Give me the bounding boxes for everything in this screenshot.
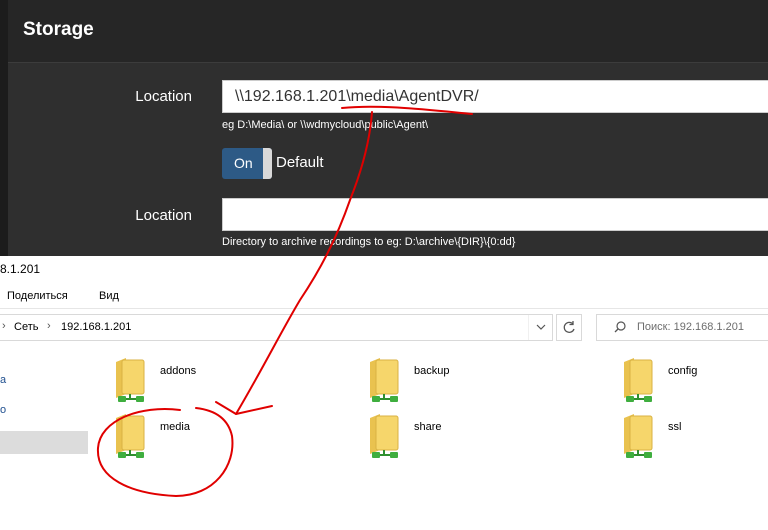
menu-view[interactable]: Вид	[99, 290, 119, 302]
chevron-right-icon: ›	[2, 320, 6, 332]
search-icon	[614, 321, 626, 333]
menu-share[interactable]: Поделиться	[7, 290, 68, 302]
address-bar[interactable]: › Сеть › 192.168.1.201	[0, 314, 553, 341]
chevron-right-icon: ›	[47, 320, 51, 332]
share-label: media	[160, 421, 190, 433]
storage-dialog: Storage Location eg D:\Media\ or \\wdmyc…	[8, 0, 768, 256]
network-share-folder-icon	[116, 414, 145, 458]
default-label: Default	[276, 154, 324, 171]
dialog-header: Storage	[8, 0, 768, 63]
window-title: 8.1.201	[0, 262, 41, 276]
network-share-folder-icon	[624, 414, 653, 458]
share-label: addons	[160, 365, 197, 377]
archive-location-input[interactable]	[222, 198, 768, 231]
location-input[interactable]	[222, 80, 768, 113]
share-label: ssl	[668, 421, 682, 433]
search-input[interactable]: Поиск: 192.168.1.201	[596, 314, 768, 341]
toggle-knob	[263, 148, 272, 179]
network-share-folder-icon	[624, 358, 653, 402]
address-history-dropdown[interactable]	[528, 315, 553, 340]
chevron-down-icon	[536, 324, 546, 330]
refresh-icon	[563, 321, 575, 333]
ribbon-divider	[0, 308, 768, 309]
share-label: backup	[414, 365, 450, 377]
refresh-button[interactable]	[556, 314, 582, 341]
navigation-pane: а о	[0, 348, 92, 530]
location-label: Location	[135, 88, 192, 105]
nav-item-selected[interactable]	[0, 431, 88, 454]
archive-location-label: Location	[135, 207, 192, 224]
breadcrumb-host[interactable]: 192.168.1.201	[61, 321, 131, 333]
dialog-title: Storage	[23, 19, 94, 40]
nav-item-fragment[interactable]: а	[0, 374, 6, 386]
network-share-folder-icon	[370, 414, 399, 458]
network-share-folder-icon	[370, 358, 399, 402]
toggle-state-label: On	[234, 155, 253, 171]
nav-item-fragment[interactable]: о	[0, 404, 6, 416]
search-placeholder: Поиск: 192.168.1.201	[637, 321, 744, 333]
storage-dialog-backdrop: Storage Location eg D:\Media\ or \\wdmyc…	[0, 0, 768, 256]
share-label: config	[668, 365, 698, 377]
file-explorer-window: 8.1.201 Поделиться Вид › Сеть › 192.168.…	[0, 256, 768, 530]
location-hint: eg D:\Media\ or \\wdmycloud\public\Agent…	[222, 119, 429, 131]
archive-hint: Directory to archive recordings to eg: D…	[222, 236, 516, 248]
default-toggle[interactable]: On	[222, 148, 272, 179]
share-label: share	[414, 421, 442, 433]
breadcrumb-network[interactable]: Сеть	[14, 321, 38, 333]
network-share-folder-icon	[116, 358, 145, 402]
